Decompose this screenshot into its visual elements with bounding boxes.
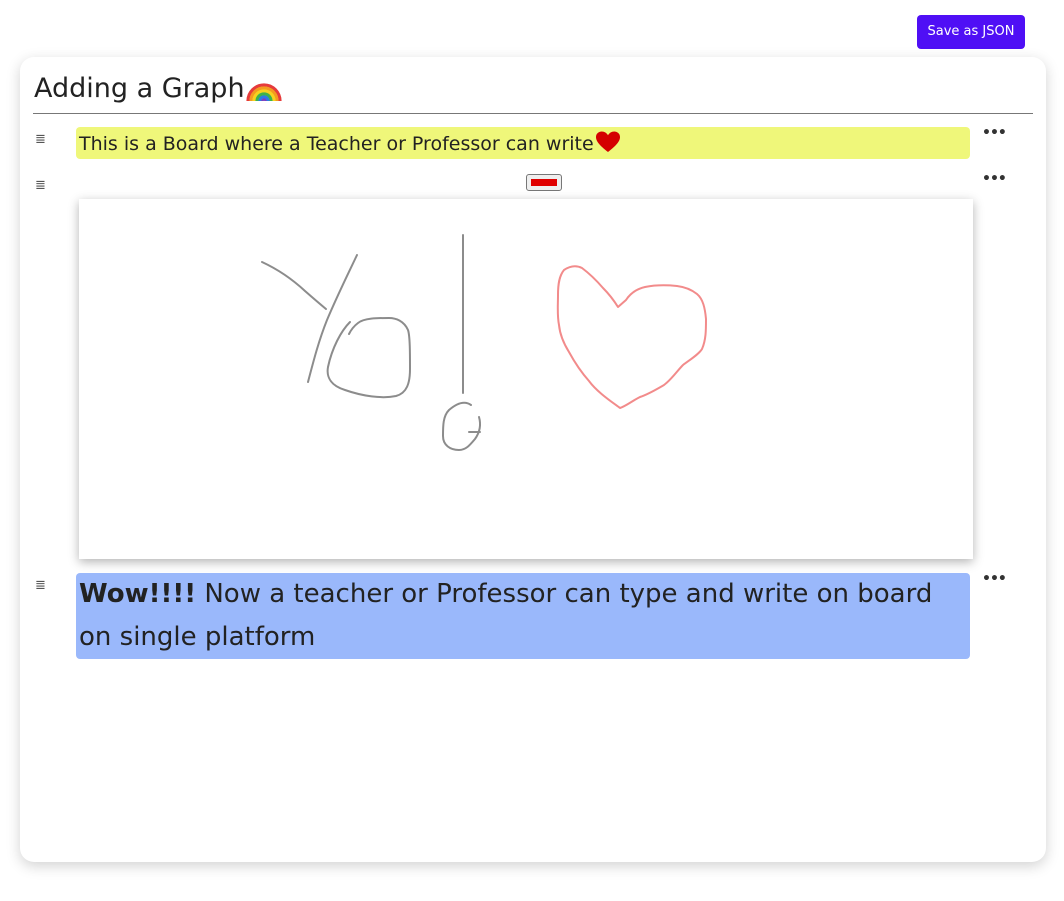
heart-icon xyxy=(595,131,620,152)
block-options-icon[interactable]: ••• xyxy=(982,572,1007,586)
block-options-icon[interactable]: ••• xyxy=(982,126,1007,140)
board-card: Adding a Graph ≣ This is a Board where a… xyxy=(20,57,1046,862)
text-block-blue-content: Now a teacher or Professor can type and … xyxy=(79,579,933,652)
drawing-canvas[interactable] xyxy=(79,199,973,559)
text-block-blue-bold: Wow!!!! xyxy=(79,579,197,609)
text-block-yellow-content: This is a Board where a Teacher or Profe… xyxy=(79,133,594,155)
save-as-json-button[interactable]: Save as JSON xyxy=(917,15,1025,49)
pen-color-picker[interactable] xyxy=(526,174,562,191)
block-options-icon[interactable]: ••• xyxy=(982,172,1007,186)
page-title-text: Adding a Graph xyxy=(34,73,245,104)
pen-color-fill xyxy=(531,179,557,186)
drag-handle-icon[interactable]: ≣ xyxy=(35,133,46,147)
drag-handle-icon[interactable]: ≣ xyxy=(35,579,46,593)
page-title[interactable]: Adding a Graph xyxy=(34,69,282,109)
text-block-yellow[interactable]: This is a Board where a Teacher or Profe… xyxy=(76,127,970,159)
gray-ink-strokes xyxy=(261,234,481,451)
title-divider xyxy=(33,113,1033,114)
rainbow-icon xyxy=(245,83,282,102)
drag-handle-icon[interactable]: ≣ xyxy=(35,179,46,193)
red-ink-stroke xyxy=(556,265,707,409)
text-block-blue[interactable]: Wow!!!! Now a teacher or Professor can t… xyxy=(76,573,970,659)
